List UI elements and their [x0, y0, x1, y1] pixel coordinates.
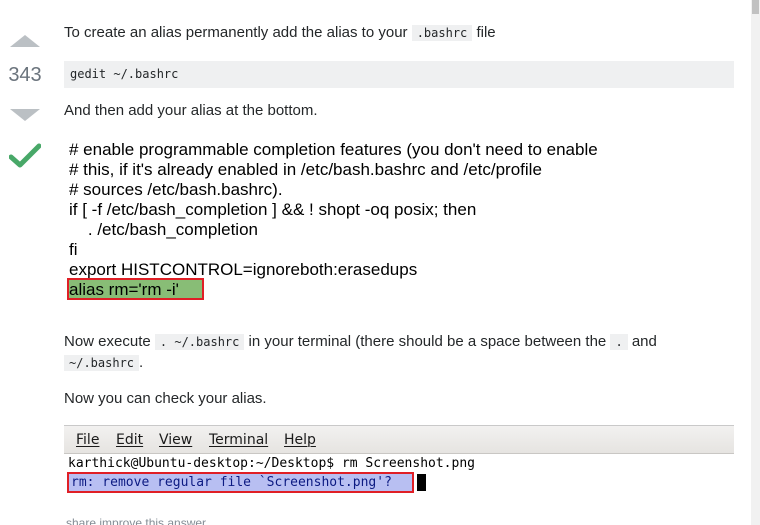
intro-paragraph: To create an alias permanently add the a…	[64, 23, 496, 43]
menu-terminal[interactable]: Terminal	[209, 432, 268, 448]
bashrc-line: # this, if it's already enabled in /etc/…	[69, 160, 542, 179]
vote-count: 343	[8, 64, 42, 86]
terminal-output-line: rm: remove regular file `Screenshot.png'…	[71, 475, 392, 490]
bashrc-line: # sources /etc/bash.bashrc).	[69, 180, 283, 199]
share-improve-links[interactable]: share improve this answer	[66, 516, 206, 525]
alias-line: alias rm='rm -i'	[69, 280, 179, 299]
scrollbar-thumb[interactable]	[752, 0, 759, 14]
inline-code-bashrc: .bashrc	[411, 25, 473, 41]
code-block-gedit: gedit ~/.bashrc	[64, 61, 734, 88]
bashrc-screenshot: # enable programmable completion feature…	[67, 138, 677, 304]
add-alias-paragraph: And then add your alias at the bottom.	[64, 102, 318, 119]
execute-paragraph-cont: ~/.bashrc.	[64, 353, 143, 373]
terminal-output-highlight: rm: remove regular file `Screenshot.png'…	[67, 472, 414, 493]
menu-file[interactable]: File	[76, 432, 99, 448]
bashrc-line: # enable programmable completion feature…	[69, 140, 598, 159]
upvote-arrow-icon[interactable]	[10, 35, 40, 47]
accepted-checkmark-icon	[9, 143, 41, 168]
execute-paragraph: Now execute . ~/.bashrc in your terminal…	[64, 332, 657, 352]
menu-edit[interactable]: Edit	[116, 432, 143, 448]
downvote-arrow-icon[interactable]	[10, 109, 40, 121]
terminal-menubar: File Edit View Terminal Help	[64, 426, 734, 454]
menu-help[interactable]: Help	[284, 432, 316, 448]
page-scrollbar[interactable]	[751, 0, 760, 525]
intro-text: To create an alias permanently add the a…	[64, 24, 412, 41]
inline-code-bashrc-path: ~/.bashrc	[64, 355, 140, 371]
terminal-cursor	[417, 474, 426, 491]
terminal-screenshot: File Edit View Terminal Help karthick@Ub…	[64, 425, 734, 497]
post-footer: share improve this answer	[64, 516, 734, 525]
intro-text-end: file	[472, 24, 496, 41]
bashrc-lines: # enable programmable completion feature…	[69, 140, 598, 280]
execute-text-end: .	[139, 354, 144, 371]
bashrc-line: export HISTCONTROL=ignoreboth:erasedups	[69, 260, 418, 279]
menu-view[interactable]: View	[159, 432, 192, 448]
check-paragraph: Now you can check your alias.	[64, 390, 267, 407]
bashrc-line: fi	[69, 240, 78, 259]
inline-code-source: . ~/.bashrc	[154, 334, 245, 350]
execute-text-middle: in your terminal (there should be a spac…	[244, 333, 611, 350]
execute-text-and: and	[627, 333, 657, 350]
bashrc-line: . /etc/bash_completion	[69, 220, 258, 239]
bashrc-line: if [ -f /etc/bash_completion ] && ! shop…	[69, 200, 477, 219]
alias-highlight: alias rm='rm -i'	[67, 278, 204, 300]
code-gedit-command: gedit ~/.bashrc	[70, 67, 179, 81]
inline-code-dot: .	[610, 334, 628, 350]
execute-text: Now execute	[64, 333, 155, 350]
terminal-prompt-line: karthick@Ubuntu-desktop:~/Desktop$ rm Sc…	[68, 456, 475, 471]
